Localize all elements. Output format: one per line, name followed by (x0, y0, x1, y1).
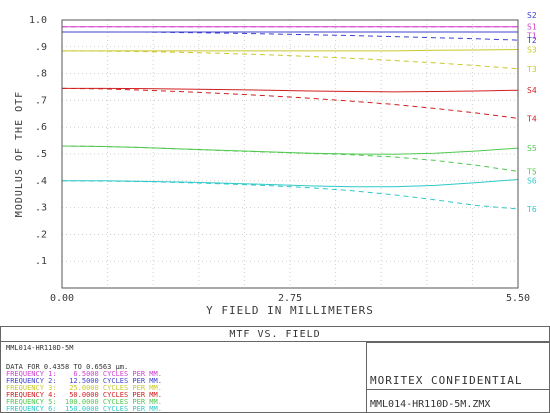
footer-block: MTF VS. FIELD MML014-HR110D-5M DATA FOR … (0, 326, 550, 413)
filename-label: MML014-HR110D-5M.ZMX (370, 399, 491, 410)
series-label-t2: T2 (527, 36, 537, 45)
frequency-line-6: FREQUENCY 6: 150.0000 CYCLES PER MM. (6, 405, 162, 413)
series-label-s5: S5 (527, 144, 537, 153)
series-label-s3: S3 (527, 45, 537, 54)
series-label-s2: S2 (527, 11, 537, 20)
y-tick-label: .2 (35, 229, 47, 240)
series-label-s1: S1 (527, 23, 537, 32)
x-axis-label: Y FIELD IN MILLIMETERS (206, 304, 374, 317)
y-tick-label: .9 (35, 42, 47, 53)
y-tick-label: .3 (35, 203, 47, 214)
series-label-t5: T5 (527, 167, 537, 176)
y-axis-label: MODULUS OF THE OTF (14, 91, 25, 217)
chart-background (0, 0, 550, 326)
series-label-s4: S4 (527, 86, 537, 95)
series-label-s6: S6 (527, 176, 537, 185)
y-tick-label: .6 (35, 122, 47, 133)
y-tick-label: 1.0 (29, 15, 47, 26)
mtf-chart: .1.2.3.4.5.6.7.8.91.0 0.00 2.75 5.50 S1T1S… (0, 0, 550, 326)
y-tick-label: .1 (35, 256, 47, 267)
lens-name: MML014-HR110D-5M (6, 344, 74, 352)
info-divider (366, 389, 550, 390)
y-tick-label: .5 (35, 149, 47, 160)
x-tick-label: 0.00 (50, 293, 74, 304)
series-label-t6: T6 (527, 205, 537, 214)
y-tick-label: .8 (35, 69, 47, 80)
series-label-t4: T4 (527, 114, 537, 123)
series-label-t3: T3 (527, 65, 537, 74)
chart-title: MTF VS. FIELD (229, 329, 321, 340)
y-tick-label: .4 (35, 176, 47, 187)
confidential-label: MORITEX CONFIDENTIAL (370, 374, 523, 387)
x-tick-label: 2.75 (278, 293, 302, 304)
x-tick-label: 5.50 (506, 293, 530, 304)
y-tick-label: .7 (35, 95, 47, 106)
